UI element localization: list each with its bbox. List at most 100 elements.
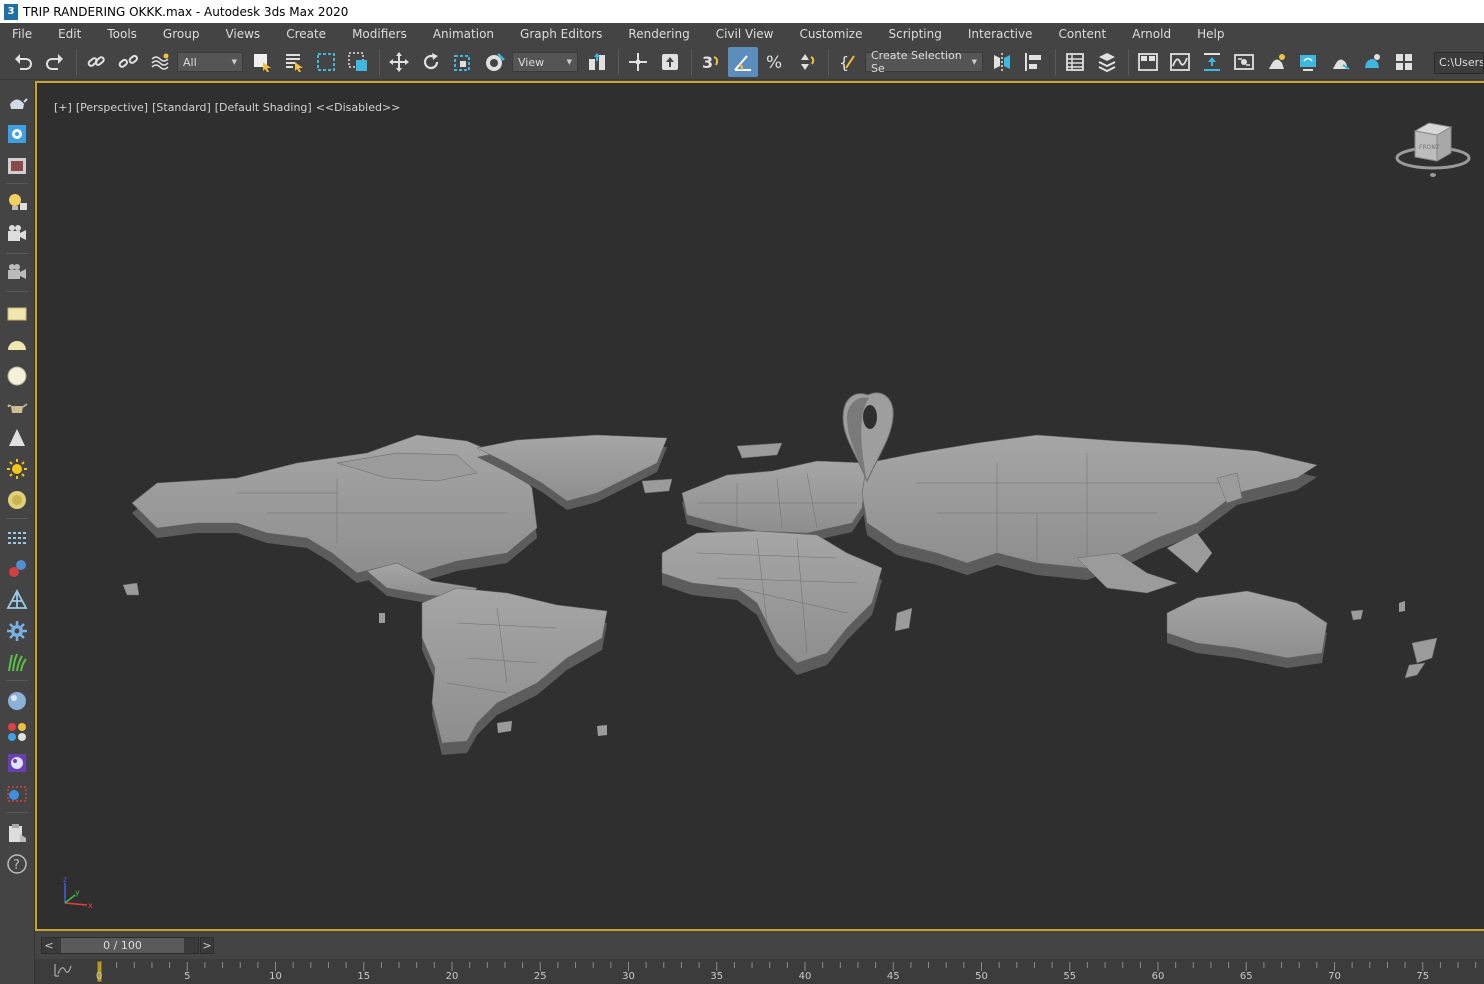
create-helpers-button[interactable] xyxy=(5,222,29,246)
snaps-toggle-button[interactable]: 3 xyxy=(696,47,726,77)
mini-curve-editor-button[interactable] xyxy=(53,962,73,978)
systems-button[interactable] xyxy=(5,619,29,643)
pivot-center-button[interactable] xyxy=(582,47,612,77)
select-object-button[interactable] xyxy=(247,47,277,77)
menu-group[interactable]: Group xyxy=(150,23,213,45)
angle-snap-toggle-button[interactable] xyxy=(728,47,758,77)
render-view-button[interactable] xyxy=(5,782,29,806)
keyboard-shortcut-override-button[interactable] xyxy=(655,47,685,77)
select-by-name-button[interactable] xyxy=(279,47,309,77)
rectangular-selection-button[interactable] xyxy=(311,47,341,77)
sky-light-button[interactable] xyxy=(5,488,29,512)
cone-primitive-button[interactable] xyxy=(5,426,29,450)
link-button[interactable] xyxy=(81,47,111,77)
particle-system-button[interactable] xyxy=(5,526,29,550)
menu-file[interactable]: File xyxy=(0,23,45,45)
menu-views[interactable]: Views xyxy=(212,23,273,45)
frame-tick-label: 40 xyxy=(798,971,812,982)
create-camera-button[interactable] xyxy=(5,122,29,146)
camera-view-icon xyxy=(8,125,26,143)
create-geometry-button[interactable] xyxy=(5,91,29,115)
percent-snap-toggle-button[interactable]: % xyxy=(760,47,790,77)
pivot-center-icon xyxy=(589,53,605,70)
bind-space-warp-button[interactable] xyxy=(145,47,175,77)
menu-arnold[interactable]: Arnold xyxy=(1119,23,1184,45)
spinner-snap-toggle-button[interactable] xyxy=(792,47,822,77)
menu-modifiers[interactable]: Modifiers xyxy=(339,23,420,45)
select-manipulate-button[interactable] xyxy=(623,47,653,77)
window-crossing-button[interactable] xyxy=(343,47,373,77)
toggle-ribbon-button[interactable] xyxy=(1133,47,1163,77)
menu-graph-editors[interactable]: Graph Editors xyxy=(507,23,615,45)
material-library-button[interactable] xyxy=(5,720,29,744)
render-frame-button[interactable] xyxy=(5,154,29,178)
select-place-button[interactable] xyxy=(480,47,510,77)
undo-button[interactable] xyxy=(8,47,38,77)
menu-edit[interactable]: Edit xyxy=(45,23,94,45)
redo-button[interactable] xyxy=(40,47,70,77)
rendered-frame-window-button[interactable] xyxy=(1325,47,1355,77)
material-editor-button[interactable] xyxy=(1261,47,1291,77)
menu-civil-view[interactable]: Civil View xyxy=(703,23,787,45)
render-in-cloud-button[interactable] xyxy=(1389,47,1419,77)
slate-editor-button[interactable] xyxy=(5,751,29,775)
menu-rendering[interactable]: Rendering xyxy=(615,23,702,45)
menu-bar: File Edit Tools Group Views Create Modif… xyxy=(0,23,1484,45)
frame-tick-label: 45 xyxy=(886,971,900,982)
menu-animation[interactable]: Animation xyxy=(420,23,507,45)
foliage-button[interactable] xyxy=(5,650,29,674)
unlink-button[interactable] xyxy=(113,47,143,77)
hemisphere-primitive-button[interactable] xyxy=(5,333,29,357)
viewport-style-menu[interactable]: [Standard] xyxy=(152,101,211,114)
align-button[interactable] xyxy=(1019,47,1049,77)
motion-panel-button[interactable] xyxy=(5,261,29,285)
clipboard-button[interactable] xyxy=(5,821,29,845)
menu-help[interactable]: Help xyxy=(1184,23,1237,45)
select-scale-button[interactable] xyxy=(448,47,478,77)
continent-australia xyxy=(1166,590,1438,679)
selection-filter-dropdown[interactable]: All ▼ xyxy=(177,52,243,72)
menu-content[interactable]: Content xyxy=(1046,23,1120,45)
frame-ruler[interactable] xyxy=(99,959,1484,984)
viewport-shading-menu[interactable]: [Default Shading] xyxy=(215,101,312,114)
help-button[interactable]: ? xyxy=(5,852,29,876)
time-slider-next-button[interactable]: > xyxy=(200,937,214,954)
edit-named-selection-button[interactable]: { xyxy=(833,47,863,77)
perspective-viewport[interactable]: [+] [Perspective] [Standard] [Default Shadi… xyxy=(35,81,1484,931)
select-rotate-button[interactable] xyxy=(416,47,446,77)
layer-explorer-button[interactable] xyxy=(1092,47,1122,77)
menu-create[interactable]: Create xyxy=(273,23,339,45)
menu-customize[interactable]: Customize xyxy=(786,23,875,45)
teapot-primitive-button[interactable] xyxy=(5,395,29,419)
curve-editor-button[interactable] xyxy=(1165,47,1195,77)
schematic-view-button[interactable] xyxy=(1229,47,1259,77)
world-map-model[interactable] xyxy=(37,83,1484,929)
space-warps-button[interactable] xyxy=(5,588,29,612)
material-ball-button[interactable] xyxy=(5,689,29,713)
viewport-pov-menu[interactable]: [Perspective] xyxy=(76,101,148,114)
sun-light-button[interactable] xyxy=(5,457,29,481)
reference-coord-dropdown[interactable]: View ▼ xyxy=(512,52,578,72)
dynamics-button[interactable] xyxy=(5,557,29,581)
sphere-primitive-button[interactable] xyxy=(5,364,29,388)
select-move-button[interactable] xyxy=(384,47,414,77)
named-selection-dropdown[interactable]: Create Selection Se ▼ xyxy=(865,49,983,75)
menu-scripting[interactable]: Scripting xyxy=(875,23,954,45)
time-slider-thumb[interactable]: 0 / 100 xyxy=(61,938,184,953)
render-production-button[interactable] xyxy=(1357,47,1387,77)
plane-primitive-button[interactable] xyxy=(5,302,29,326)
time-slider-prev-button[interactable]: < xyxy=(42,938,56,953)
menu-tools[interactable]: Tools xyxy=(94,23,150,45)
viewport-plus-menu[interactable]: [+] xyxy=(54,101,72,114)
viewport-label[interactable]: [+] [Perspective] [Standard] [Default Shadi… xyxy=(40,88,404,127)
project-path-field[interactable]: C:\Users\ xyxy=(1434,52,1484,74)
dope-sheet-button[interactable] xyxy=(1197,47,1227,77)
mirror-button[interactable] xyxy=(987,47,1017,77)
viewcube[interactable]: FRONT xyxy=(1395,113,1475,183)
create-light-button[interactable] xyxy=(5,190,29,214)
track-bar[interactable]: 0 5 10 15 20 25 30 35 40 45 50 55 60 65 70 75 xyxy=(35,959,1484,984)
time-slider[interactable]: < 0 / 100 > xyxy=(41,937,214,954)
render-setup-button[interactable] xyxy=(1293,47,1323,77)
scene-explorer-button[interactable] xyxy=(1060,47,1090,77)
menu-interactive[interactable]: Interactive xyxy=(955,23,1046,45)
